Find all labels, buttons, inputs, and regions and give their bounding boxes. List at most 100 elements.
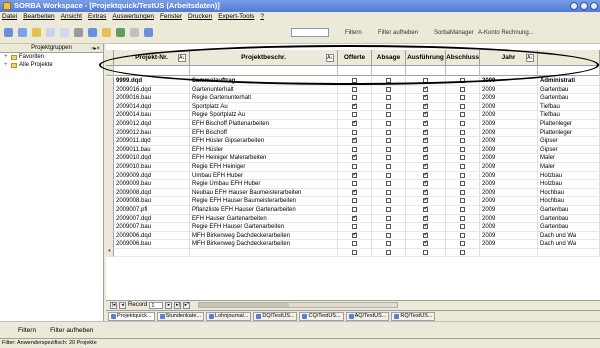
cell-projekt-nr[interactable]: 2009011.dqd xyxy=(114,137,190,146)
checkbox-ausf[interactable] xyxy=(423,163,429,171)
tab-cq-testus[interactable]: CQ/TestUS... xyxy=(299,311,344,321)
cell-projekt-nr[interactable]: 2009008.bau xyxy=(114,197,190,206)
menu-extras[interactable]: Extras xyxy=(88,12,106,22)
tab-dq-testus[interactable]: DQ/TestUS... xyxy=(253,311,298,321)
cell-kategorie[interactable]: Gartenbau xyxy=(538,214,600,224)
cell-kategorie[interactable]: Gipser xyxy=(538,137,600,146)
row-selector[interactable] xyxy=(106,197,114,206)
new-record-row[interactable]: * xyxy=(106,248,600,258)
checkbox-absage[interactable] xyxy=(386,181,391,187)
checkbox-abschl[interactable] xyxy=(460,206,465,212)
checkbox-ausf[interactable] xyxy=(423,94,429,102)
checkbox-offerte[interactable] xyxy=(352,95,357,101)
checkbox-offerte[interactable] xyxy=(352,241,357,247)
cell-kategorie[interactable]: Gartenbau xyxy=(538,223,600,232)
checkbox-abschl[interactable] xyxy=(460,181,465,187)
cell-kategorie[interactable]: Gipser xyxy=(538,145,600,155)
tab-lohnjournal[interactable]: Lohnjournal... xyxy=(206,311,252,321)
checkbox-absage[interactable] xyxy=(386,224,391,230)
table-row[interactable]: 2009016.dqdGartenunterhalt 2009Gartenbau xyxy=(106,85,600,95)
cell-kategorie[interactable]: Maler xyxy=(538,162,600,172)
sort-icon[interactable]: A↓ xyxy=(326,54,334,62)
checkbox-abschl[interactable] xyxy=(460,241,465,247)
checkbox-new[interactable] xyxy=(460,249,465,255)
checkbox-abschl[interactable] xyxy=(460,215,465,221)
cell-projektbeschr[interactable]: Regie Gartenunterhalt xyxy=(190,94,338,103)
checkbox-abschl[interactable] xyxy=(460,163,465,169)
checkbox-absage[interactable] xyxy=(386,129,391,135)
row-selector[interactable] xyxy=(106,180,114,189)
row-selector[interactable] xyxy=(106,231,114,241)
tab-aq-testus[interactable]: AQ/TestUS... xyxy=(345,311,390,321)
cell-jahr[interactable]: 2009 xyxy=(480,137,538,146)
cell-projektbeschr[interactable]: EFH Bischoff Plattenarbeiten xyxy=(190,119,338,129)
checkbox-ausf[interactable] xyxy=(423,197,429,205)
cell-projektbeschr[interactable]: EFH Hauser Gartenarbeiten xyxy=(190,214,338,224)
cell-kategorie[interactable]: Tiefbau xyxy=(538,102,600,112)
checkbox-abschl[interactable] xyxy=(460,224,465,230)
row-selector[interactable] xyxy=(106,94,114,103)
checkbox-ausf[interactable] xyxy=(423,232,429,239)
filter-icon[interactable] xyxy=(88,28,97,37)
expand-icon[interactable]: + xyxy=(4,61,9,69)
checkbox-absage[interactable] xyxy=(386,146,391,152)
toolbar-manager-button[interactable]: SorbaManager xyxy=(434,30,474,36)
row-selector[interactable] xyxy=(106,214,114,224)
header-jahr[interactable]: Jahr A↓ xyxy=(480,50,538,66)
maximize-button[interactable] xyxy=(580,2,588,10)
checkbox-ausf[interactable] xyxy=(423,206,429,214)
menu-drucken[interactable]: Drucken xyxy=(188,12,212,22)
tool-icon[interactable] xyxy=(102,28,111,37)
cell-kategorie[interactable]: Hochbau xyxy=(538,188,600,198)
cell-jahr[interactable]: 2009 xyxy=(480,154,538,163)
cell-projektbeschr[interactable]: Umbau EFH Huber xyxy=(190,171,338,181)
menu-bearbeiten[interactable]: Bearbeiten xyxy=(23,12,54,22)
cell-projekt-nr[interactable]: 2009006.dqd xyxy=(114,231,190,241)
filter-kategorie[interactable] xyxy=(538,66,600,76)
new-row-cell[interactable] xyxy=(372,248,406,258)
toolbar-combo[interactable] xyxy=(291,28,329,37)
cell-kategorie[interactable]: Holzbau xyxy=(538,180,600,189)
checkbox-ausf[interactable] xyxy=(423,129,429,136)
filter-projektbeschr[interactable] xyxy=(190,66,338,76)
cell-projekt-nr[interactable]: 2009014.dqd xyxy=(114,102,190,112)
checkbox-offerte[interactable] xyxy=(352,112,357,118)
checkbox-ausf[interactable] xyxy=(423,180,429,188)
header-abschluss[interactable]: Abschluss xyxy=(446,50,480,66)
cell-kategorie[interactable]: Plattenleger xyxy=(538,119,600,129)
toolbar-filter-button[interactable]: Filtern xyxy=(345,30,362,36)
checkbox-offerte[interactable] xyxy=(352,86,357,92)
cell-projektbeschr[interactable]: EFH Hüsler Gipserarbeiten xyxy=(190,137,338,146)
minimize-button[interactable] xyxy=(570,2,578,10)
checkbox-new[interactable] xyxy=(352,249,357,255)
cell-jahr[interactable]: 2009 xyxy=(480,188,538,198)
checkbox-abschl[interactable] xyxy=(460,78,465,83)
cell-projektbeschr[interactable]: EFH Heiniger Malerarbeiten xyxy=(190,154,338,163)
filter-projekt-nr[interactable] xyxy=(114,66,190,76)
cell-jahr[interactable]: 2009 xyxy=(480,223,538,232)
checkbox-ausf[interactable] xyxy=(423,78,428,83)
checkbox-new[interactable] xyxy=(423,249,428,255)
checkbox-offerte[interactable] xyxy=(352,120,358,128)
table-row[interactable]: 2009010.bauRegie EFH Heiniger 2009Maler xyxy=(106,162,600,172)
checkbox-ausf[interactable] xyxy=(423,189,429,196)
header-selector[interactable] xyxy=(106,50,114,66)
checkbox-ausf[interactable] xyxy=(423,240,429,248)
checkbox-offerte[interactable] xyxy=(352,129,357,135)
row-selector[interactable] xyxy=(106,77,114,86)
checkbox-absage[interactable] xyxy=(386,163,391,169)
row-selector[interactable] xyxy=(106,145,114,155)
cell-projekt-nr[interactable]: 2009008.dqd xyxy=(114,188,190,198)
sort-icon[interactable]: A↓ xyxy=(526,54,534,62)
header-projekt-nr[interactable]: Projekt-Nr. A↓ xyxy=(114,50,190,66)
new-row-marker[interactable]: * xyxy=(106,248,114,258)
cell-projektbeschr[interactable]: Pflanzliste EFH Hauser Gartenarbeiten xyxy=(190,205,338,215)
new-row-cell[interactable] xyxy=(190,248,338,258)
checkbox-absage[interactable] xyxy=(386,103,391,109)
filter-off-button[interactable]: Filter aufheben xyxy=(50,322,93,338)
checkbox-abschl[interactable] xyxy=(460,198,465,204)
cell-kategorie[interactable]: Dach und Wa xyxy=(538,240,600,249)
cell-kategorie[interactable]: Gartenbau xyxy=(538,85,600,95)
cell-projekt-nr[interactable]: 2009007.pfl xyxy=(114,205,190,215)
menu-help[interactable]: ? xyxy=(260,12,264,22)
